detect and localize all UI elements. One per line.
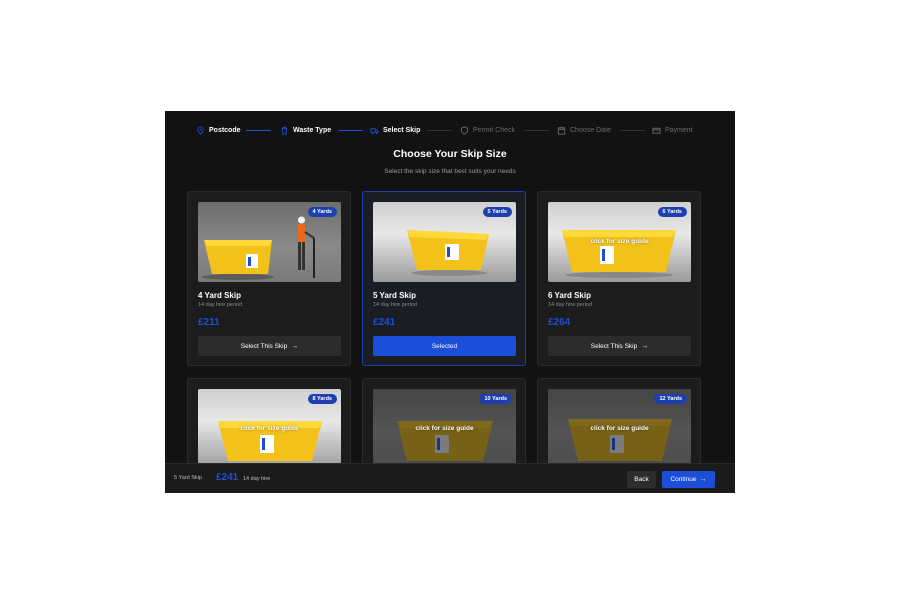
selection-footer: 5 Yard Skip £241 14 day hire Back Contin…: [165, 463, 735, 493]
card-title: 4 Yard Skip: [198, 291, 241, 300]
size-guide-overlay[interactable]: click for size guide: [548, 425, 691, 432]
page-subtitle: Select the skip size that best suits you…: [384, 168, 516, 175]
continue-button[interactable]: Continue →: [662, 471, 715, 488]
truck-icon: [370, 127, 379, 134]
card-title: 5 Yard Skip: [373, 291, 416, 300]
page-title: Choose Your Skip Size: [393, 148, 507, 160]
shield-icon: [460, 125, 469, 135]
arrow-right-icon: →: [699, 476, 707, 483]
skip-image[interactable]: 8 Yards click for size guide: [198, 389, 341, 469]
step-label: Choose Date: [570, 126, 611, 134]
skip-image[interactable]: 5 Yards: [373, 202, 516, 282]
button-label: Select This Skip: [240, 342, 288, 350]
step-permit-check[interactable]: Permit Check: [460, 123, 515, 137]
selected-button[interactable]: Selected: [373, 336, 516, 356]
step-connector: [620, 129, 645, 131]
skip-card-6-yard[interactable]: 6 Yards click for size guide 6 Yard Skip…: [537, 191, 701, 366]
arrow-right-icon: →: [291, 342, 299, 350]
skip-card-5-yard[interactable]: 5 Yards 5 Yard Skip 14 day hire period £…: [362, 191, 526, 366]
step-choose-date[interactable]: Choose Date: [557, 123, 611, 137]
step-connector: [246, 129, 271, 131]
card-price: £264: [548, 317, 571, 328]
step-connector: [339, 129, 363, 131]
skip-image[interactable]: 12 Yards click for size guide: [548, 389, 691, 469]
step-label: Postcode: [209, 126, 241, 134]
calendar-icon: [557, 126, 566, 135]
progress-stepper: Postcode Waste Type Select Skip Permit C…: [165, 123, 735, 137]
step-connector: [427, 129, 452, 131]
footer-skip-name: 5 Yard Skip: [174, 475, 202, 481]
size-guide-overlay[interactable]: click for size guide: [198, 425, 341, 432]
button-label: Continue: [670, 476, 697, 483]
size-badge: 10 Yards: [479, 394, 512, 404]
button-label: Back: [634, 476, 649, 483]
card-price: £241: [373, 317, 396, 328]
select-skip-button[interactable]: Select This Skip →: [198, 336, 341, 356]
card-icon: [652, 127, 661, 134]
card-title: 6 Yard Skip: [548, 291, 591, 300]
card-price: £211: [198, 317, 220, 328]
button-label: Select This Skip: [590, 342, 638, 350]
skip-image[interactable]: 6 Yards click for size guide: [548, 202, 691, 282]
step-select-skip[interactable]: Select Skip: [370, 123, 420, 137]
step-connector: [524, 129, 549, 131]
hire-period: 14 day hire period: [548, 302, 593, 308]
back-button[interactable]: Back: [627, 471, 656, 488]
step-label: Permit Check: [473, 126, 516, 134]
size-badge: 4 Yards: [307, 207, 337, 217]
step-waste-type[interactable]: Waste Type: [280, 123, 331, 137]
skip-image[interactable]: 4 Yards: [198, 202, 341, 282]
step-postcode[interactable]: Postcode: [196, 123, 241, 137]
button-label: Selected: [431, 342, 458, 350]
size-badge: 6 Yards: [657, 207, 687, 217]
select-skip-button[interactable]: Select This Skip →: [548, 336, 691, 356]
size-badge: 8 Yards: [307, 394, 337, 404]
trash-icon: [281, 126, 288, 135]
step-label: Select Skip: [383, 126, 421, 134]
step-label: Payment: [665, 126, 693, 134]
footer-price: £241: [216, 472, 239, 483]
map-pin-icon: [197, 125, 204, 135]
arrow-right-icon: →: [641, 342, 649, 350]
hire-period: 14 day hire period: [198, 302, 243, 308]
footer-hire-period: 14 day hire: [243, 476, 271, 482]
size-badge: 5 Yards: [482, 207, 512, 217]
skip-image[interactable]: 10 Yards click for size guide: [373, 389, 516, 469]
size-guide-overlay[interactable]: click for size guide: [548, 238, 691, 245]
skip-card-4-yard[interactable]: 4 Yards 4 Yard Skip 14 day hire period £…: [187, 191, 351, 366]
skip-hire-app: Postcode Waste Type Select Skip Permit C…: [165, 111, 735, 493]
step-label: Waste Type: [293, 126, 332, 134]
step-payment[interactable]: Payment: [652, 123, 693, 137]
size-guide-overlay[interactable]: click for size guide: [373, 425, 516, 432]
hire-period: 14 day hire period: [373, 302, 418, 308]
size-badge: 12 Yards: [654, 394, 687, 404]
